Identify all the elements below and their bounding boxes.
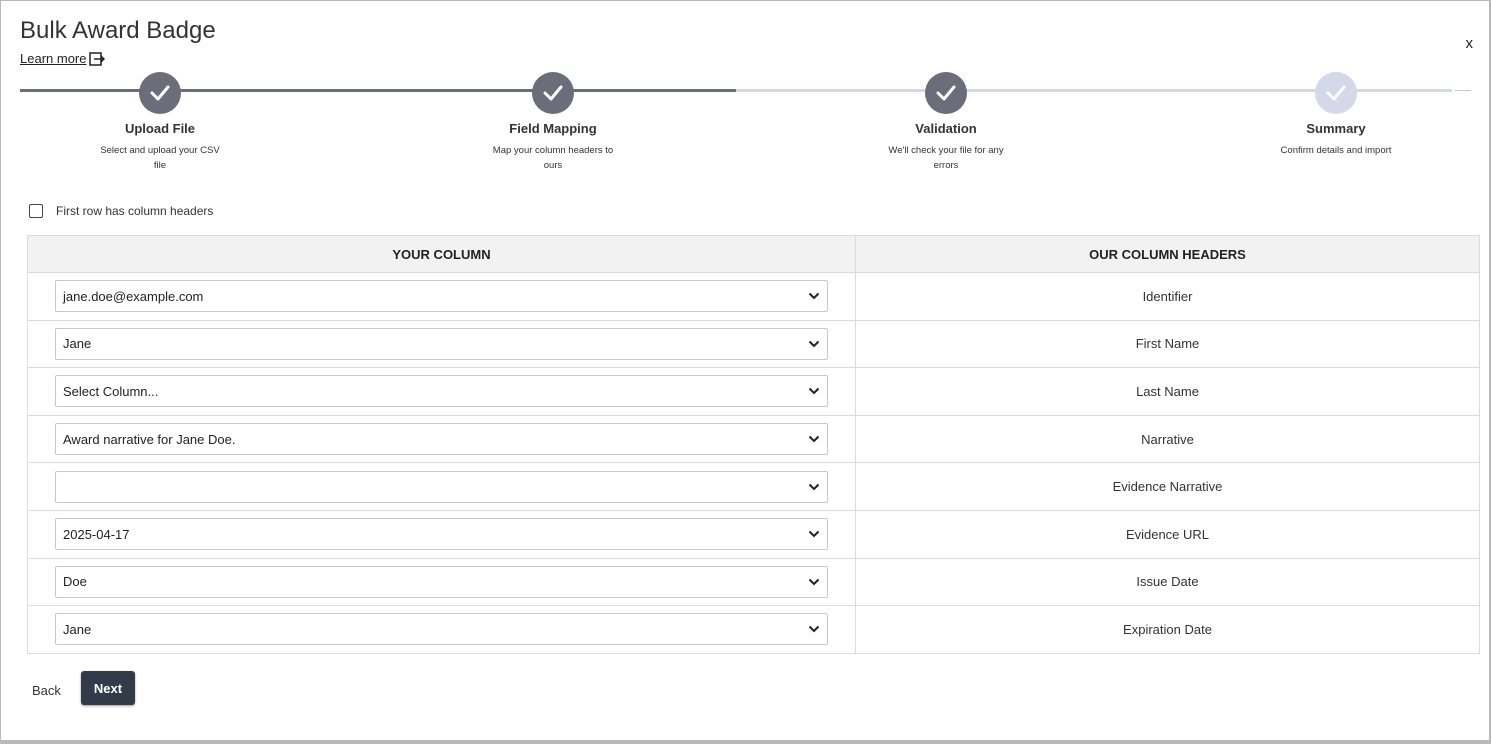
step-desc: Select and upload your CSV file	[100, 145, 220, 171]
first-row-headers-label: First row has column headers	[56, 204, 214, 218]
select-value: jane.doe@example.com	[63, 288, 204, 304]
column-select[interactable]	[55, 470, 828, 503]
chevron-down-icon	[808, 292, 820, 300]
step-desc: We'll check your file for any errors	[888, 145, 1004, 171]
our-field-label: Last Name	[855, 367, 1480, 416]
column-select[interactable]: Jane	[55, 327, 828, 360]
step-validation: Validation We'll check your file for any…	[866, 72, 1026, 173]
external-link-icon	[89, 51, 106, 66]
our-field-label: Narrative	[855, 414, 1480, 464]
first-row-headers-checkbox[interactable]	[29, 204, 43, 218]
your-column-header: YOUR COLUMN	[27, 235, 856, 273]
step-upload-file: Upload File Select and upload your CSV f…	[80, 72, 240, 173]
table-row: Jane Expiration Date	[27, 605, 1480, 654]
our-field-label: Evidence URL	[855, 509, 1480, 559]
learn-more-link[interactable]: Learn more	[20, 51, 106, 66]
our-field-label: Evidence Narrative	[855, 462, 1480, 511]
step-desc: Confirm details and import	[1280, 145, 1392, 156]
select-value: Jane	[63, 621, 92, 637]
chevron-down-icon	[808, 625, 820, 633]
chevron-down-icon	[808, 530, 820, 538]
chevron-down-icon	[808, 483, 820, 491]
first-row-headers-option[interactable]: First row has column headers	[29, 204, 213, 218]
chevron-down-icon	[808, 340, 820, 348]
our-column-header: OUR COLUMN HEADERS	[855, 235, 1480, 273]
our-field-label: Identifier	[855, 272, 1480, 321]
select-value: Doe	[63, 574, 87, 590]
table-header-row: YOUR COLUMN OUR COLUMN HEADERS	[27, 235, 1480, 273]
column-select[interactable]: Doe	[55, 565, 828, 598]
our-field-label: First Name	[855, 319, 1480, 369]
select-value: Jane	[63, 336, 92, 352]
select-value: 2025-04-17	[63, 526, 130, 542]
dialog-title: Bulk Award Badge	[20, 17, 216, 44]
step-name: Validation	[915, 121, 977, 136]
select-value: Select Column...	[63, 383, 159, 399]
table-row: jane.doe@example.com Identifier	[27, 272, 1480, 321]
check-icon	[1315, 72, 1357, 114]
check-icon	[139, 72, 181, 114]
step-field-mapping: Field Mapping Map your column headers to…	[473, 72, 633, 173]
next-button[interactable]: Next	[81, 671, 135, 705]
check-icon	[925, 72, 967, 114]
close-button[interactable]: x	[1466, 35, 1474, 52]
stepper-track-end	[1455, 90, 1471, 91]
select-value: Award narrative for Jane Doe.	[63, 431, 236, 447]
step-desc: Map your column headers to ours	[492, 145, 614, 171]
field-mapping-table: YOUR COLUMN OUR COLUMN HEADERS jane.doe@…	[27, 235, 1480, 654]
check-icon	[532, 72, 574, 114]
back-button[interactable]: Back	[32, 683, 61, 698]
table-row: Doe Issue Date	[27, 557, 1480, 607]
chevron-down-icon	[808, 435, 820, 443]
column-select[interactable]: Award narrative for Jane Doe.	[55, 423, 828, 456]
table-row: Jane First Name	[27, 319, 1480, 369]
our-field-label: Expiration Date	[855, 605, 1480, 654]
column-select[interactable]: 2025-04-17	[55, 518, 828, 551]
step-name: Upload File	[124, 121, 196, 136]
chevron-down-icon	[808, 578, 820, 586]
table-row: Award narrative for Jane Doe. Narrative	[27, 414, 1480, 464]
step-name: Summary	[1306, 121, 1366, 136]
step-name: Field Mapping	[509, 121, 597, 136]
bulk-award-dialog: Bulk Award Badge Learn more x Upload Fil…	[1, 1, 1489, 740]
column-select[interactable]: Jane	[55, 613, 828, 646]
chevron-down-icon	[808, 387, 820, 395]
column-select[interactable]: Select Column...	[55, 375, 828, 408]
our-field-label: Issue Date	[855, 557, 1480, 607]
step-summary: Summary Confirm details and import	[1256, 72, 1416, 158]
table-row: Evidence Narrative	[27, 462, 1480, 511]
column-select[interactable]: jane.doe@example.com	[55, 280, 828, 313]
learn-more-label: Learn more	[20, 51, 87, 66]
table-row: Select Column... Last Name	[27, 367, 1480, 416]
table-row: 2025-04-17 Evidence URL	[27, 509, 1480, 559]
